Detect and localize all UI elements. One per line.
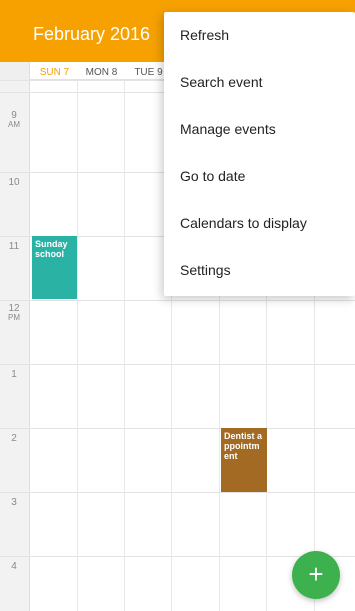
event-dentist-appointment[interactable]: Dentist appointment — [221, 428, 267, 492]
hour-ampm: PM — [8, 313, 20, 322]
day-label-sun[interactable]: SUN 7 — [31, 67, 78, 78]
hour-number: 10 — [8, 177, 20, 188]
menu-item-settings[interactable]: Settings — [164, 247, 355, 294]
hour-label-3: 3 — [0, 497, 28, 508]
hour-label-10: 10 — [0, 177, 28, 188]
hour-number: 11 — [8, 241, 20, 252]
hour-label-4: 4 — [0, 561, 28, 572]
hour-number: 1 — [11, 369, 17, 380]
hour-ampm: AM — [8, 120, 20, 129]
hour-number: 9 — [11, 110, 17, 121]
hour-label-2: 2 — [0, 433, 28, 444]
hour-number: 2 — [11, 433, 17, 444]
menu-item-calendars-to-display[interactable]: Calendars to display — [164, 200, 355, 247]
day-divider — [77, 80, 78, 611]
hour-gutter — [0, 80, 30, 611]
event-sunday-school[interactable]: Sunday school — [32, 236, 77, 299]
hour-number: 4 — [11, 561, 17, 572]
hour-label-1: 1 — [0, 369, 28, 380]
menu-item-manage-events[interactable]: Manage events — [164, 106, 355, 153]
hour-label-9am: 9 AM — [0, 110, 28, 130]
hour-number: 3 — [11, 497, 17, 508]
hour-line — [0, 364, 355, 365]
hour-label-12pm: 12 PM — [0, 303, 28, 323]
plus-icon: + — [308, 559, 324, 589]
hour-label-11: 11 — [0, 241, 28, 252]
gutter-cap — [0, 62, 30, 80]
hour-line — [0, 300, 355, 301]
add-event-button[interactable]: + — [292, 551, 340, 599]
menu-item-refresh[interactable]: Refresh — [164, 12, 355, 59]
month-title[interactable]: February 2016 — [33, 24, 150, 45]
day-divider — [124, 80, 125, 611]
hour-number: 12 — [8, 303, 20, 314]
menu-item-go-to-date[interactable]: Go to date — [164, 153, 355, 200]
menu-item-search-event[interactable]: Search event — [164, 59, 355, 106]
overflow-menu: Refresh Search event Manage events Go to… — [164, 12, 355, 296]
day-label-mon[interactable]: MON 8 — [78, 67, 125, 78]
hour-line — [0, 492, 355, 493]
hour-line — [0, 428, 355, 429]
